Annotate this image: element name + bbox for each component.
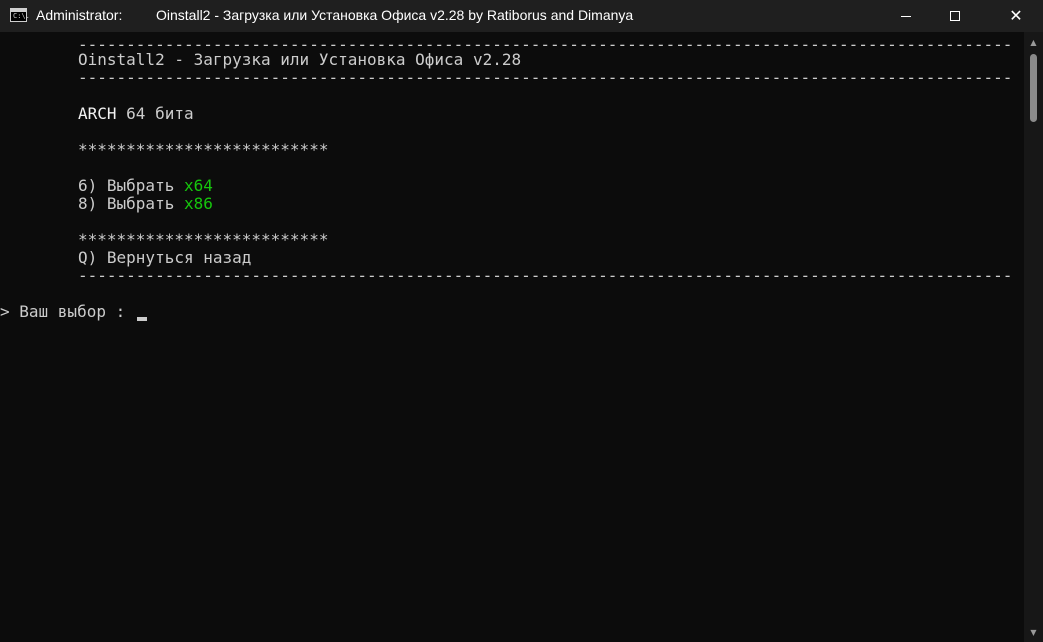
close-icon: ✕ xyxy=(1009,6,1023,25)
title-bar[interactable]: C:\. Administrator: Oinstall2 - Загрузка… xyxy=(0,0,1043,32)
cmd-icon[interactable]: C:\. xyxy=(10,8,30,22)
scroll-up-arrow-icon[interactable]: ▲ xyxy=(1024,36,1043,50)
console-output[interactable]: ----------------------------------------… xyxy=(0,32,1024,642)
menu-item-value: x64 xyxy=(183,176,213,195)
close-button[interactable]: ✕ xyxy=(993,0,1039,32)
header-text: Oinstall2 - Загрузка или Установка Офиса… xyxy=(78,50,522,69)
arch-value: 64 бита xyxy=(116,104,194,123)
menu-item-key: 6) Выбрать xyxy=(78,176,184,195)
minimize-button[interactable] xyxy=(883,0,929,32)
scroll-down-arrow-icon[interactable]: ▼ xyxy=(1024,626,1043,640)
text-cursor xyxy=(136,317,147,321)
window-title: Oinstall2 - Загрузка или Установка Офиса… xyxy=(156,7,634,23)
arch-line: ARCH 64 бита xyxy=(78,105,194,123)
arch-label: ARCH xyxy=(78,104,117,123)
menu-item-value: x86 xyxy=(183,194,213,213)
menu-item-x64: 6) Выбрать x64 xyxy=(78,177,213,195)
scrollbar[interactable]: ▲ ▼ xyxy=(1024,32,1043,642)
cmd-icon-text: C:\. xyxy=(13,12,30,20)
separator-line: ----------------------------------------… xyxy=(78,69,1013,87)
separator-line: ----------------------------------------… xyxy=(78,267,1013,285)
prompt-line[interactable]: > Ваш выбор : xyxy=(0,303,147,321)
menu-item-key: 8) Выбрать xyxy=(78,194,184,213)
minimize-icon xyxy=(901,15,911,17)
back-option: Q) Вернуться назад xyxy=(78,248,252,267)
window-admin-label: Administrator: xyxy=(36,7,123,23)
stars-line: ************************** xyxy=(78,140,329,159)
menu-item-x86: 8) Выбрать x86 xyxy=(78,195,213,213)
prompt-text: > Ваш выбор : xyxy=(0,302,135,321)
maximize-button[interactable] xyxy=(932,0,978,32)
scrollbar-thumb[interactable] xyxy=(1030,54,1037,122)
maximize-icon xyxy=(950,11,960,21)
stars-line: ************************** xyxy=(78,230,329,249)
